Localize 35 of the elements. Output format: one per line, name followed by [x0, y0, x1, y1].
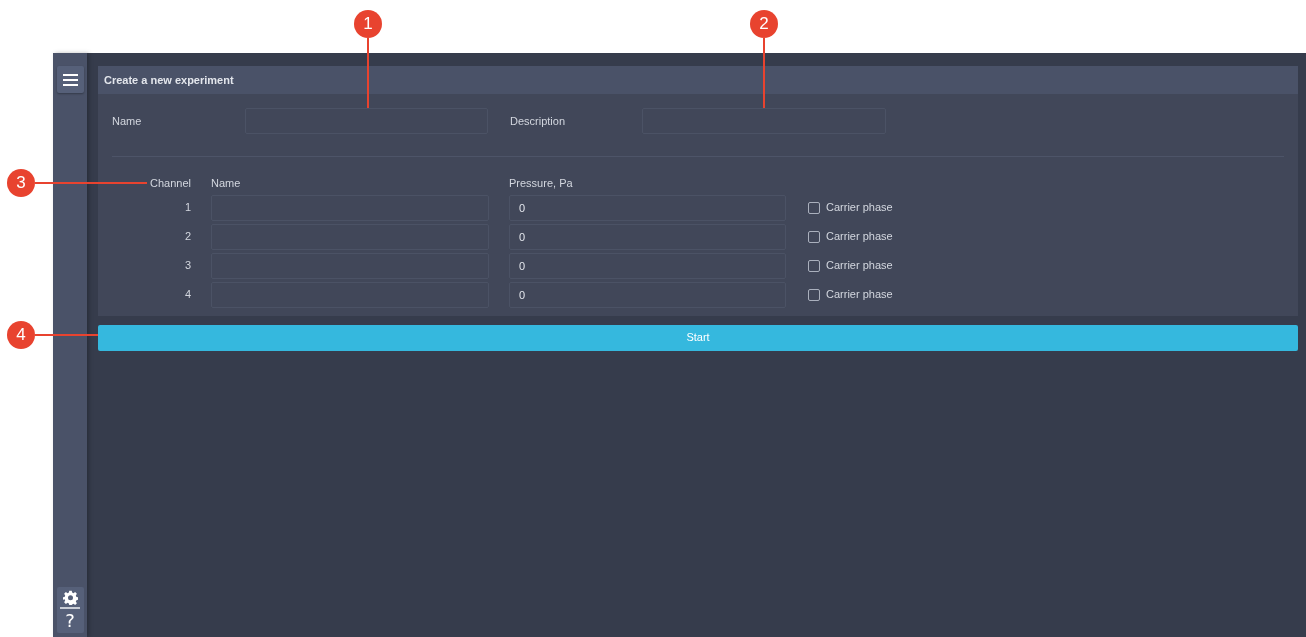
callout-badge: 2: [750, 10, 778, 38]
column-header: Pressure, Pa: [509, 176, 574, 191]
pressure-field[interactable]: 0: [509, 223, 786, 250]
menu-button[interactable]: [56, 66, 84, 93]
checkbox[interactable]: [808, 230, 820, 243]
text-field[interactable]: [642, 108, 886, 134]
panel-title: Create a new experiment: [98, 66, 1298, 94]
pressure-field[interactable]: 0: [509, 194, 786, 221]
callout-badge: 3: [7, 169, 35, 197]
column-header: Name: [211, 176, 242, 191]
channel-number: 4: [183, 287, 191, 303]
field-label: Description: [510, 113, 567, 129]
pressure-field[interactable]: 0: [509, 281, 786, 308]
callout-badge: 1: [354, 10, 382, 38]
channel-number: 1: [183, 200, 191, 216]
checkbox-label: Carrier phase: [826, 287, 893, 303]
checkbox-label: Carrier phase: [826, 200, 893, 216]
callout-badge: 4: [7, 321, 35, 349]
column-header: Channel: [149, 176, 191, 191]
checkbox[interactable]: [808, 201, 820, 214]
help-button[interactable]: ?: [65, 611, 75, 631]
checkbox-label: Carrier phase: [826, 229, 893, 245]
text-field[interactable]: [245, 108, 488, 134]
pressure-field[interactable]: 0: [509, 252, 786, 279]
checkbox[interactable]: [808, 259, 820, 272]
field-label: Name: [112, 113, 143, 129]
settings-icon[interactable]: [62, 590, 78, 605]
channel-number: 3: [183, 258, 191, 274]
leader-line: [763, 38, 765, 108]
checkbox[interactable]: [808, 288, 820, 301]
leader-line: [35, 334, 98, 336]
menu-icon: [62, 73, 78, 86]
checkbox-label: Carrier phase: [826, 258, 893, 274]
channel-number: 2: [183, 229, 191, 245]
leader-line: [367, 38, 369, 108]
